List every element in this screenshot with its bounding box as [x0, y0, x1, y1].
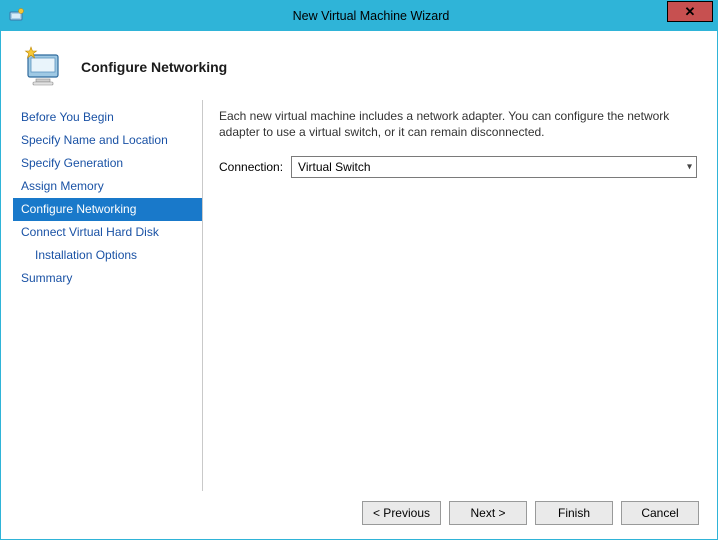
button-row: < Previous Next > Finish Cancel: [1, 491, 717, 539]
connection-dropdown[interactable]: Virtual Switch ▾: [291, 156, 697, 178]
description-text: Each new virtual machine includes a netw…: [219, 108, 697, 140]
connection-value: Virtual Switch: [298, 160, 370, 174]
close-icon: ✕: [685, 4, 696, 20]
sidebar-step-3[interactable]: Assign Memory: [13, 175, 202, 198]
next-button[interactable]: Next >: [449, 501, 527, 525]
footer-area: < Previous Next > Finish Cancel: [1, 491, 717, 539]
sidebar-step-7[interactable]: Summary: [13, 267, 202, 290]
window-title: New Virtual Machine Wizard: [25, 9, 717, 23]
connection-label: Connection:: [219, 160, 283, 174]
body-area: Before You BeginSpecify Name and Locatio…: [1, 100, 717, 491]
wizard-window: New Virtual Machine Wizard ✕ Configure N…: [0, 0, 718, 540]
titlebar: New Virtual Machine Wizard ✕: [1, 1, 717, 31]
sidebar-step-0[interactable]: Before You Begin: [13, 106, 202, 129]
sidebar-step-4[interactable]: Configure Networking: [13, 198, 202, 221]
sidebar-step-6[interactable]: Installation Options: [13, 244, 202, 267]
wizard-icon: [19, 43, 67, 91]
sidebar-step-1[interactable]: Specify Name and Location: [13, 129, 202, 152]
chevron-down-icon: ▾: [687, 162, 692, 173]
header-section: Configure Networking: [1, 31, 717, 100]
content-pane: Each new virtual machine includes a netw…: [203, 100, 717, 491]
previous-button[interactable]: < Previous: [362, 501, 441, 525]
cancel-button[interactable]: Cancel: [621, 501, 699, 525]
app-icon: [9, 8, 25, 24]
finish-button[interactable]: Finish: [535, 501, 613, 525]
sidebar-step-5[interactable]: Connect Virtual Hard Disk: [13, 221, 202, 244]
wizard-steps-sidebar: Before You BeginSpecify Name and Locatio…: [13, 100, 203, 491]
connection-row: Connection: Virtual Switch ▾: [219, 156, 697, 178]
page-title: Configure Networking: [81, 59, 227, 75]
close-button[interactable]: ✕: [667, 1, 713, 22]
sidebar-step-2[interactable]: Specify Generation: [13, 152, 202, 175]
